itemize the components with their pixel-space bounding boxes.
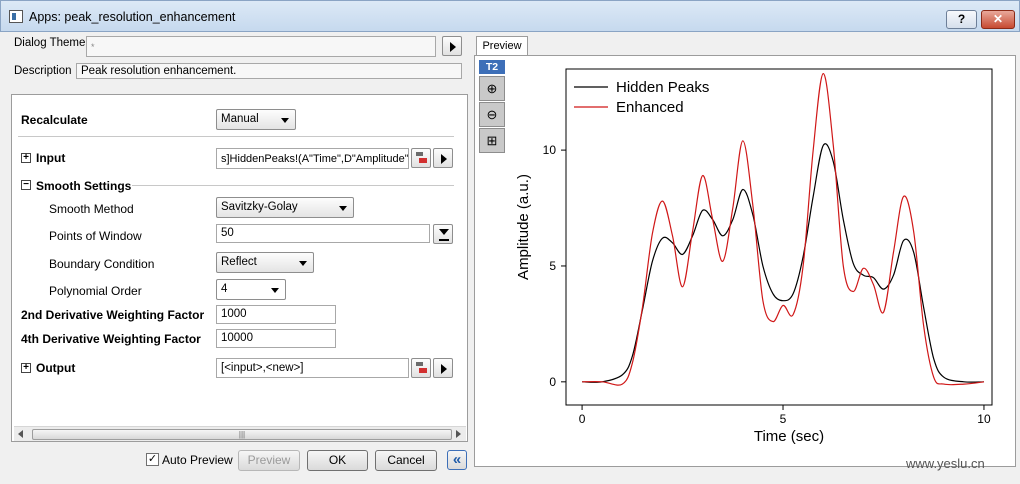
preview-chart: 0 5 10 0 5 10 Time (sec) Amplitude (a.u.) Hidden… [515, 68, 993, 445]
chevron-down-icon [439, 229, 449, 235]
app-window-icon [9, 10, 23, 23]
horizontal-scrollbar[interactable]: ||| [14, 426, 466, 441]
close-button[interactable]: ✕ [981, 10, 1015, 29]
recalculate-select[interactable]: Manual [216, 109, 296, 130]
recalculate-value: Manual [221, 113, 259, 125]
chevron-down-icon [339, 206, 347, 211]
smooth-method-select[interactable]: Savitzky-Golay [216, 197, 354, 218]
y-axis-label: Amplitude (a.u.) [515, 174, 532, 280]
input-expander[interactable]: + [21, 153, 31, 163]
zoom-in-icon[interactable]: ⊕ [479, 76, 505, 101]
dialog-theme-label: Dialog Theme [14, 37, 86, 49]
dialog-theme-menu-button[interactable] [442, 36, 462, 56]
output-select-data-button[interactable] [411, 358, 431, 378]
output-menu-button[interactable] [433, 358, 453, 378]
smooth-method-value: Savitzky-Golay [221, 201, 298, 213]
arrow-right-icon [441, 364, 447, 374]
arrow-right-icon [450, 42, 456, 52]
smooth-settings-expander[interactable]: − [21, 180, 31, 190]
smooth-settings-label: Smooth Settings [36, 179, 132, 193]
cancel-button[interactable]: Cancel [375, 450, 437, 471]
smooth-method-label: Smooth Method [49, 202, 134, 216]
description-label: Description [14, 65, 72, 77]
y-tick-label: 5 [549, 259, 556, 273]
boundary-condition-label: Boundary Condition [49, 257, 155, 271]
input-menu-button[interactable] [433, 148, 453, 168]
description-field: Peak resolution enhancement. [76, 63, 462, 79]
auto-preview-checkbox[interactable]: ✓ [146, 453, 159, 466]
chevron-down-icon [271, 288, 279, 293]
auto-preview-label: Auto Preview [162, 453, 233, 467]
preview-button[interactable]: Preview [238, 450, 300, 471]
output-expander[interactable]: + [21, 363, 31, 373]
title-bar: Apps: peak_resolution_enhancement ? ✕ [0, 0, 1020, 32]
points-of-window-label: Points of Window [49, 229, 142, 243]
group-divider [132, 185, 454, 186]
divider [18, 136, 454, 137]
polynomial-order-value: 4 [221, 283, 228, 295]
t2-badge: T2 [479, 60, 505, 74]
select-range-icon [416, 362, 427, 374]
scrollbar-thumb[interactable]: ||| [32, 429, 452, 440]
boundary-condition-select[interactable]: Reflect [216, 252, 314, 273]
input-range-field[interactable]: s]HiddenPeaks!(A"Time",D"Amplitude") [216, 148, 409, 169]
chevron-down-icon [299, 261, 307, 266]
window-title: Apps: peak_resolution_enhancement [29, 10, 236, 24]
output-label: Output [36, 361, 76, 375]
ok-button[interactable]: OK [307, 450, 368, 471]
tab-preview[interactable]: Preview [476, 36, 528, 56]
collapse-panel-button[interactable]: « [447, 450, 467, 470]
y-tick-label: 0 [549, 375, 556, 389]
select-range-icon [416, 152, 427, 164]
second-derivative-label: 2nd Derivative Weighting Factor [21, 308, 205, 322]
underbar-icon [439, 239, 449, 241]
rescale-icon[interactable]: ⊞ [479, 128, 505, 153]
help-button[interactable]: ? [946, 10, 977, 29]
polynomial-order-select[interactable]: 4 [216, 279, 286, 300]
fourth-derivative-field[interactable]: 10000 [216, 329, 336, 348]
watermark: www.yeslu.cn [906, 456, 985, 471]
x-tick-label: 0 [579, 412, 586, 426]
fourth-derivative-label: 4th Derivative Weighting Factor [21, 332, 201, 346]
dialog-theme-field[interactable]: * [86, 36, 436, 57]
boundary-condition-value: Reflect [221, 256, 257, 268]
legend-label-enhanced: Enhanced [616, 99, 684, 116]
chevron-down-icon [281, 118, 289, 123]
points-of-window-field[interactable]: 50 [216, 224, 430, 243]
input-label: Input [36, 151, 66, 165]
recalculate-label: Recalculate [21, 113, 88, 127]
second-derivative-field[interactable]: 1000 [216, 305, 336, 324]
scroll-left-icon[interactable] [18, 430, 23, 438]
x-tick-label: 5 [780, 412, 787, 426]
y-tick-label: 10 [543, 143, 557, 157]
input-select-data-button[interactable] [411, 148, 431, 168]
points-of-window-dropdown-button[interactable] [433, 224, 453, 244]
x-tick-label: 10 [977, 412, 991, 426]
output-range-field[interactable]: [<input>,<new>] [216, 358, 409, 378]
legend-label-hidden-peaks: Hidden Peaks [616, 79, 709, 96]
x-axis-label: Time (sec) [754, 428, 824, 445]
polynomial-order-label: Polynomial Order [49, 284, 142, 298]
zoom-out-icon[interactable]: ⊖ [479, 102, 505, 127]
scroll-right-icon[interactable] [456, 430, 461, 438]
arrow-right-icon [441, 154, 447, 164]
